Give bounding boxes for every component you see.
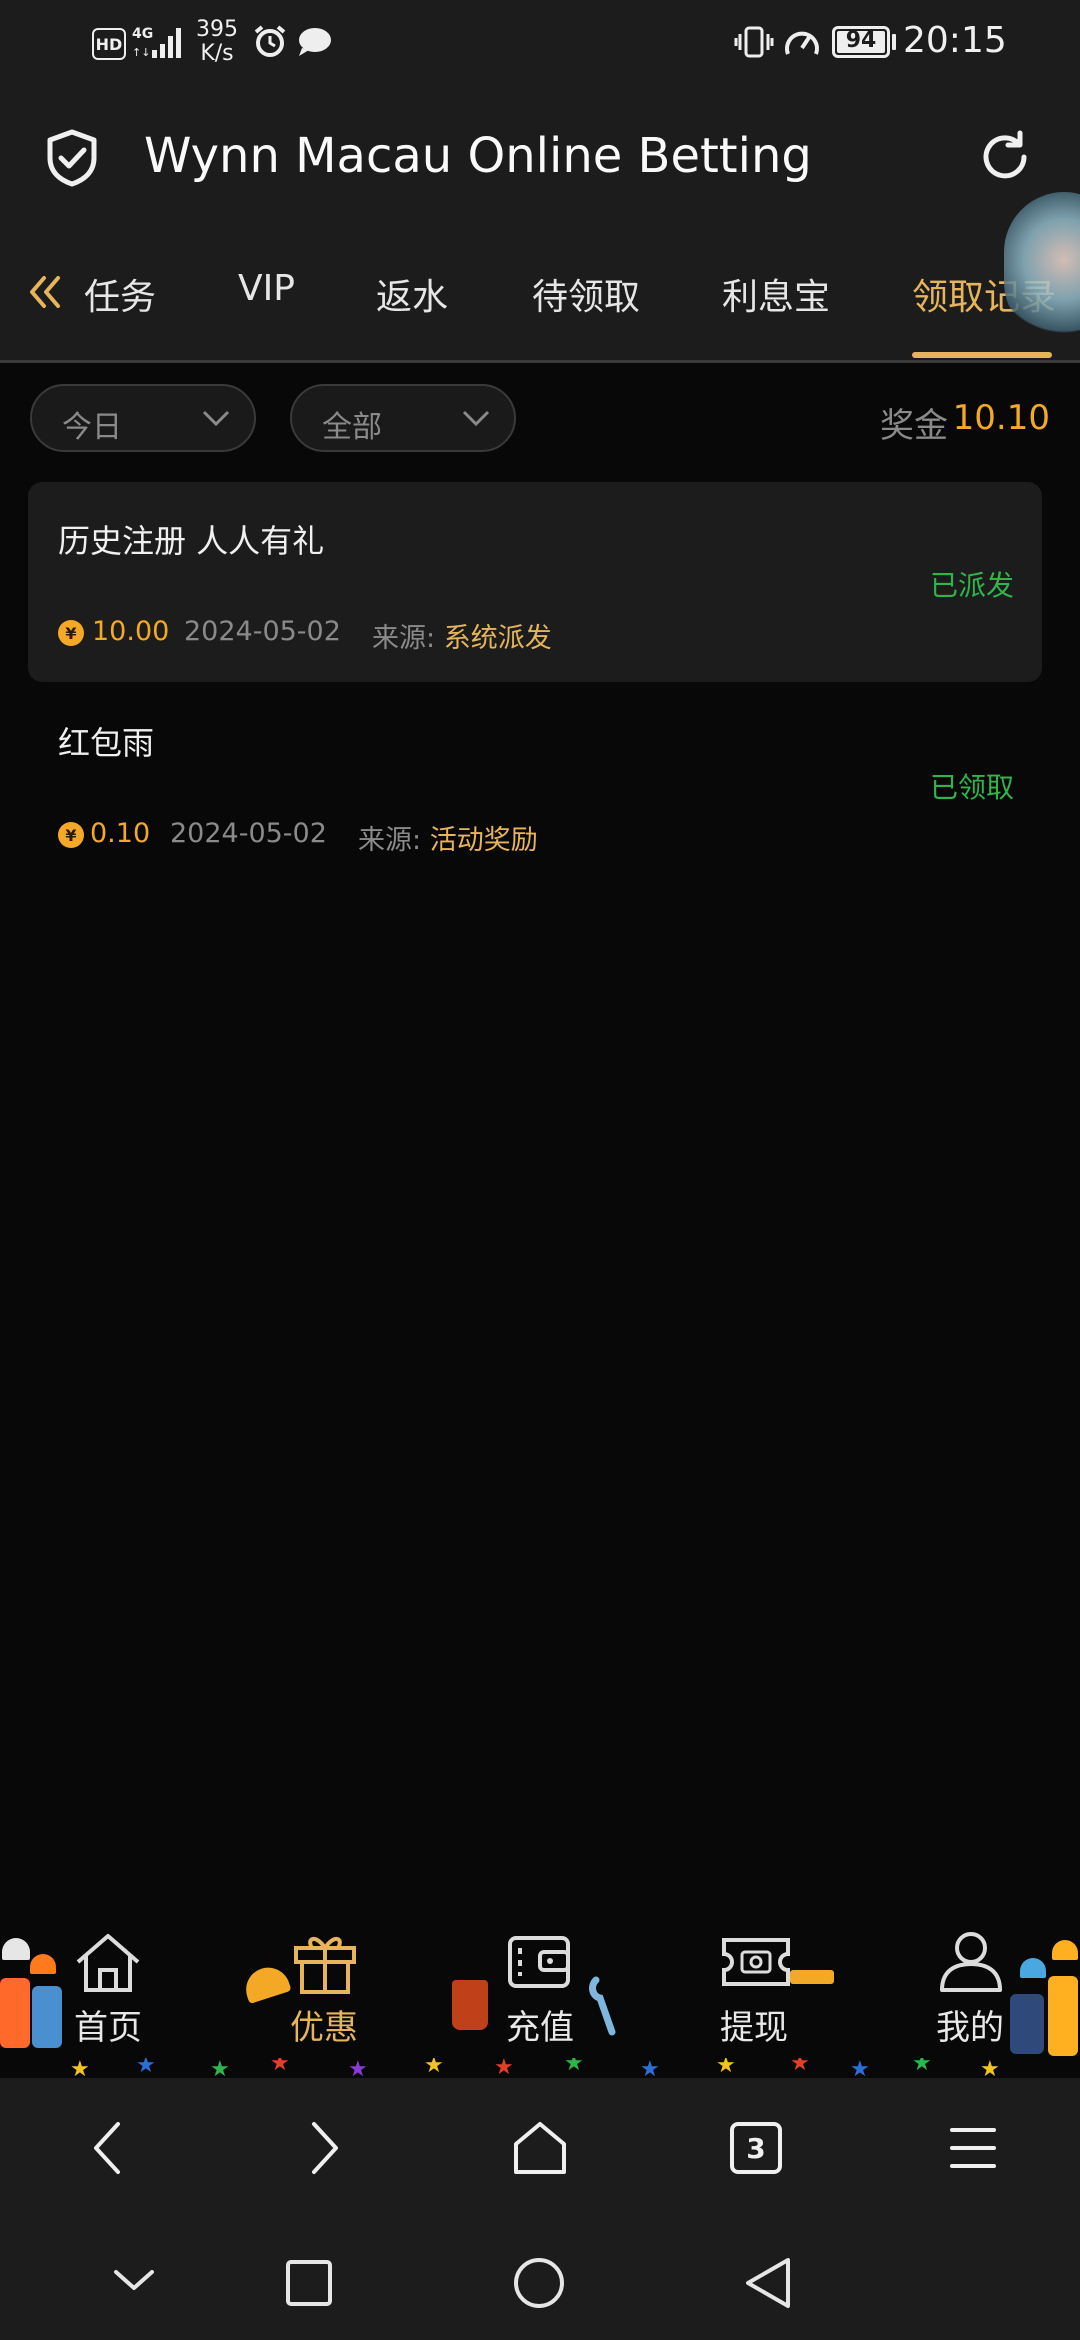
battery-tip	[892, 34, 896, 50]
svg-text:★: ★	[136, 2058, 156, 2078]
browser-home-icon[interactable]	[510, 2118, 570, 2178]
tab-vip[interactable]: VIP	[238, 268, 295, 309]
svg-text:★: ★	[564, 2058, 584, 2076]
svg-text:★: ★	[640, 2058, 660, 2078]
type-filter-value: 全部	[322, 410, 382, 445]
system-nav-bar	[0, 2218, 1080, 2340]
chevron-down-icon	[462, 410, 490, 427]
chat-icon	[299, 28, 331, 56]
worker-illustration-left	[0, 1938, 70, 2058]
tab-count: 3	[746, 2131, 766, 2165]
record-date: 2024-05-02	[170, 818, 327, 849]
record-source: 来源: 活动奖励	[358, 818, 538, 857]
svg-text:★: ★	[424, 2058, 444, 2078]
type-filter-dropdown[interactable]: 全部	[290, 384, 516, 452]
star-border-decoration: ★ ★ ★ ★ ★ ★ ★ ★ ★ ★ ★ ★ ★ ★	[70, 2058, 1000, 2078]
forward-arrow-icon[interactable]	[304, 2120, 344, 2176]
date-filter-value: 今日	[62, 410, 122, 445]
svg-text:★: ★	[912, 2058, 932, 2076]
withdraw-ticket-icon[interactable]	[720, 1934, 792, 1990]
clock: 20:15	[903, 20, 1007, 61]
svg-text:★: ★	[348, 2058, 368, 2078]
wallet-icon[interactable]	[506, 1932, 572, 1992]
tab-interest[interactable]: 利息宝	[722, 268, 830, 320]
roller-decoration	[790, 1970, 834, 1984]
shield-check-icon	[47, 129, 97, 187]
record-amount: 10.00	[92, 616, 170, 647]
record-card: 红包雨 已领取 ¥ 0.10 2024-05-02 来源: 活动奖励	[28, 684, 1042, 884]
svg-text:★: ★	[980, 2058, 1000, 2078]
wrench-decoration	[589, 1976, 616, 2036]
svg-text:★: ★	[850, 2058, 870, 2078]
record-status: 已领取	[929, 771, 1014, 804]
menu-icon[interactable]	[948, 2126, 998, 2170]
back-arrow-icon[interactable]	[88, 2120, 128, 2176]
nav-profile[interactable]: 我的	[936, 2000, 1004, 2049]
nav-promotions[interactable]: 优惠	[290, 2000, 358, 2049]
record-card: 历史注册 人人有礼 已派发 ¥ 10.00 2024-05-02 来源: 系统派…	[28, 482, 1042, 682]
signal-icon: 4G ↑↓	[132, 26, 181, 59]
coin-icon: ¥	[58, 620, 84, 646]
vibrate-icon	[734, 26, 774, 58]
speed-value: 395	[196, 17, 238, 42]
svg-text:★: ★	[210, 2058, 230, 2078]
tab-rebate[interactable]: 返水	[376, 268, 448, 320]
svg-text:★: ★	[790, 2058, 810, 2076]
back-triangle-icon[interactable]	[742, 2256, 794, 2310]
source-label: 来源:	[372, 623, 436, 654]
svg-text:★: ★	[716, 2058, 736, 2078]
nav-withdraw[interactable]: 提现	[720, 2000, 788, 2049]
source-label: 来源:	[358, 825, 422, 856]
network-type: 4G	[132, 26, 153, 42]
worker-illustration-right	[1000, 1940, 1080, 2060]
date-filter-dropdown[interactable]: 今日	[30, 384, 256, 452]
page-title: Wynn Macau Online Betting	[144, 128, 812, 184]
tab-tasks[interactable]: 任务	[80, 268, 156, 320]
source-value: 活动奖励	[429, 825, 538, 856]
active-tab-indicator	[912, 352, 1052, 358]
home-circle-icon[interactable]	[512, 2256, 566, 2310]
bag-decoration	[452, 1980, 488, 2030]
bonus-total-value: 10.10	[952, 398, 1050, 438]
battery-level: 94	[845, 28, 877, 53]
network-speed: 395 K/s	[196, 18, 238, 66]
profile-icon[interactable]	[936, 1926, 1006, 1996]
record-date: 2024-05-02	[184, 616, 341, 647]
status-bar: HD 4G ↑↓ 395 K/s 94 20:15	[0, 0, 1080, 86]
record-title: 历史注册 人人有礼	[58, 522, 325, 560]
chevron-down-icon[interactable]	[112, 2266, 156, 2294]
recents-square-icon[interactable]	[284, 2258, 334, 2308]
coin-icon: ¥	[58, 822, 84, 848]
bottom-nav: 首页 优惠 充值 提现 我的	[0, 1920, 1080, 2080]
tabs-count-button[interactable]: 3	[730, 2122, 782, 2174]
hd-indicator: HD	[92, 28, 126, 60]
nav-home[interactable]: 首页	[74, 2000, 142, 2049]
bonus-total-label: 奖金	[880, 406, 948, 446]
tab-pending[interactable]: 待领取	[532, 268, 640, 320]
nav-deposit[interactable]: 充值	[506, 2000, 574, 2049]
record-amount: 0.10	[90, 818, 151, 849]
record-title: 红包雨	[58, 724, 155, 762]
speedometer-icon	[785, 31, 819, 55]
svg-text:★: ★	[494, 2058, 514, 2078]
record-source: 来源: 系统派发	[372, 616, 552, 655]
gift-icon[interactable]	[290, 1926, 360, 1996]
svg-text:↑↓: ↑↓	[132, 46, 150, 59]
speed-unit: K/s	[200, 41, 234, 66]
alarm-icon	[254, 25, 286, 57]
browser-toolbar: 3	[0, 2078, 1080, 2218]
battery-icon: 94	[832, 26, 890, 58]
hardhat-decoration	[240, 1961, 292, 2005]
chevron-double-left-icon[interactable]	[26, 274, 66, 310]
svg-text:★: ★	[70, 2058, 90, 2078]
svg-text:★: ★	[270, 2058, 290, 2076]
refresh-icon[interactable]	[976, 128, 1034, 186]
home-icon[interactable]	[72, 1930, 144, 1996]
source-value: 系统派发	[443, 623, 552, 654]
record-status: 已派发	[929, 569, 1014, 602]
chevron-down-icon	[202, 410, 230, 427]
